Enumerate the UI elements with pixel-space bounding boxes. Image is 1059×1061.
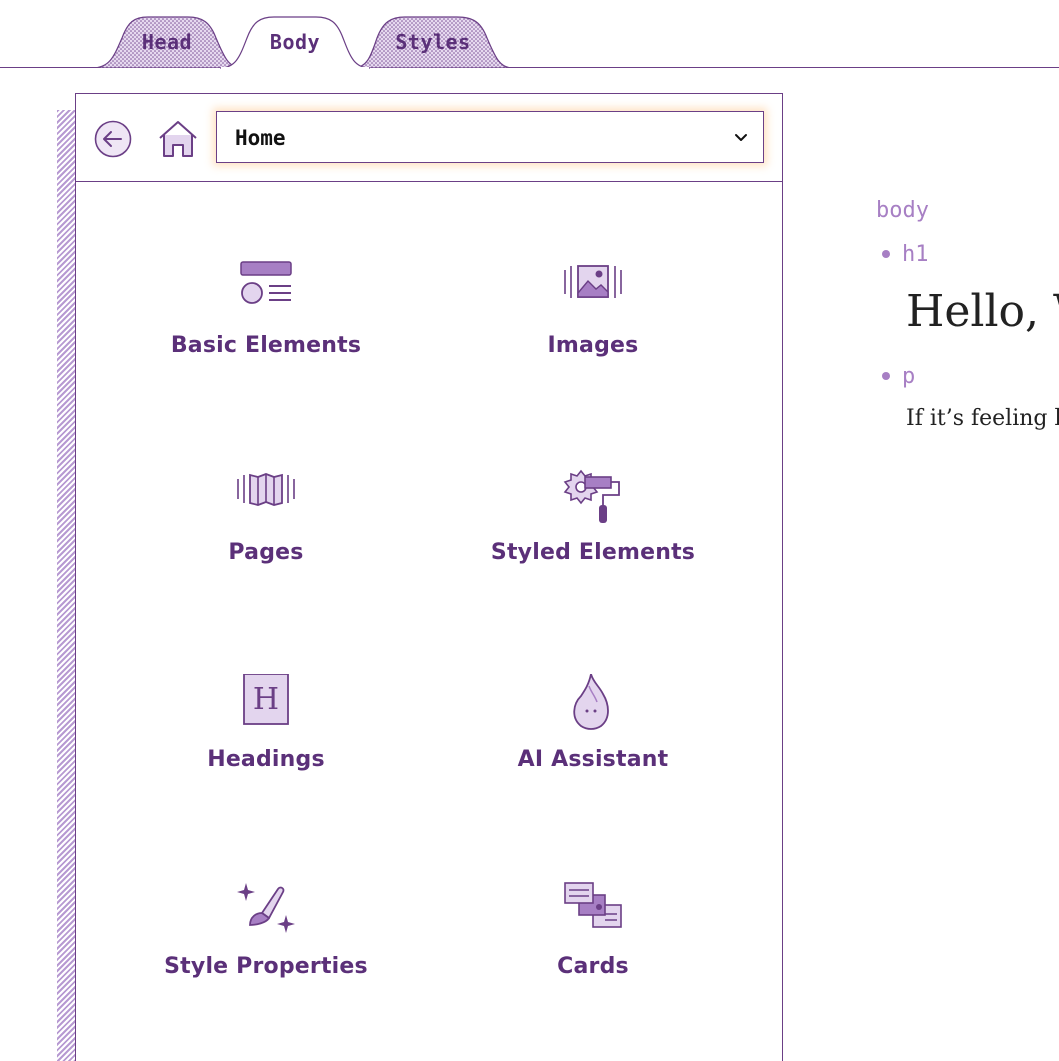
panel-resize-handle[interactable] (57, 110, 75, 1061)
images-icon (564, 265, 622, 298)
ai-assistant-icon (573, 674, 609, 730)
document-preview: body h1 Hello, W p If it’s feeling l (820, 190, 1059, 490)
navigation-select[interactable]: Home (216, 111, 764, 163)
grid-item-styled-elements[interactable]: Styled Elements (428, 467, 758, 637)
grid-item-basic-elements[interactable]: Basic Elements (101, 260, 431, 430)
home-button[interactable] (156, 119, 200, 159)
grid-item-label: Pages (228, 540, 304, 565)
cards-icon (564, 882, 622, 928)
grid-item-label: Images (547, 333, 639, 358)
grid-item-images[interactable]: Images (428, 260, 758, 430)
grid-item-label: Headings (207, 747, 325, 772)
panel-toolbar: Home (76, 94, 782, 182)
grid-item-label: AI Assistant (517, 747, 669, 772)
home-icon (159, 121, 197, 157)
styled-elements-icon (563, 469, 620, 523)
tag-bullet (882, 372, 890, 380)
tag-body: body (876, 198, 929, 223)
style-properties-icon (237, 883, 295, 933)
back-arrow-icon (94, 120, 132, 158)
grid-item-cards[interactable]: Cards (428, 881, 758, 1051)
grid-item-pages[interactable]: Pages (101, 467, 431, 637)
navigation-select-value: Home (235, 126, 286, 150)
grid-item-label: Cards (557, 954, 629, 979)
grid-item-label: Basic Elements (170, 333, 362, 358)
grid-item-headings[interactable]: H Headings (101, 674, 431, 844)
tab-body-label: Body (269, 30, 321, 54)
tab-body[interactable]: Body (220, 16, 370, 69)
basic-elements-icon (240, 261, 292, 304)
grid-item-ai-assistant[interactable]: AI Assistant (428, 674, 758, 844)
tab-styles[interactable]: Styles (353, 16, 513, 68)
tag-p: p (902, 364, 916, 389)
grid-item-label: Style Properties (164, 954, 368, 979)
component-panel: Home Basic Elements Images Pages Styled … (75, 93, 783, 1061)
pages-icon (237, 473, 295, 506)
preview-paragraph: If it’s feeling l (906, 406, 1059, 431)
tab-styles-label: Styles (395, 30, 471, 54)
grid-item-label: Styled Elements (490, 540, 696, 565)
headings-icon: H (243, 674, 289, 725)
preview-heading: Hello, W (906, 286, 1059, 337)
tab-bar: Head Styles Body (0, 0, 1059, 70)
tag-h1: h1 (902, 242, 929, 267)
back-button[interactable] (94, 120, 132, 158)
grid-item-style-properties[interactable]: Style Properties (101, 881, 431, 1051)
chevron-down-icon (735, 134, 747, 141)
tag-bullet (882, 250, 890, 258)
svg-text:H: H (253, 682, 279, 717)
